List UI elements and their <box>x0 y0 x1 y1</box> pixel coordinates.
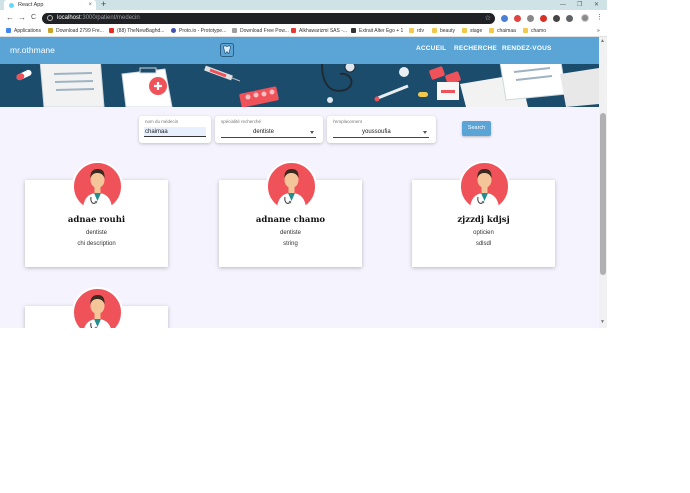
profile-avatar[interactable] <box>581 14 589 22</box>
scroll-down-icon[interactable]: ▼ <box>600 319 605 325</box>
extension-icon[interactable] <box>514 15 521 22</box>
nav-recherche[interactable]: RECHERCHE <box>454 37 497 60</box>
tab-close-icon[interactable]: × <box>88 0 92 10</box>
bookmark-item[interactable]: Proto.io - Prototype... <box>171 26 226 37</box>
toolbar: ← → C localhost:3000/patient/medecin ☆ ⋮ <box>0 10 607 26</box>
medical-illustration <box>0 64 599 107</box>
bookmark-item[interactable]: Download 2799 Fre... <box>48 26 104 37</box>
info-icon[interactable] <box>47 14 53 21</box>
select-underline <box>221 137 316 138</box>
bookmark-folder[interactable]: chamo <box>523 26 546 37</box>
page-icon <box>232 27 237 33</box>
location-select[interactable]: l'emplacement youssoufia <box>327 116 436 143</box>
chevron-down-icon[interactable] <box>423 131 427 134</box>
bookmark-folder[interactable]: stage <box>462 26 482 37</box>
doctor-description: chi description <box>77 241 116 247</box>
apps-icon <box>6 27 11 33</box>
doctor-avatar-icon <box>72 287 123 328</box>
youtube-icon <box>109 27 114 33</box>
bookmark-item[interactable]: Alkhawarizmi SAS -... <box>291 26 347 37</box>
speciality-value: dentiste <box>253 129 275 135</box>
clipboard-icon <box>121 67 173 107</box>
folder-icon <box>409 27 414 33</box>
extension-icon[interactable] <box>540 15 547 22</box>
bookmark-folder[interactable]: beauty <box>432 26 455 37</box>
tab-strip: React App × + — ❐ ✕ <box>0 0 607 10</box>
bookmark-item[interactable]: Download Free Pow... <box>232 26 289 37</box>
minimize-button[interactable]: — <box>560 0 566 10</box>
extension-icon[interactable] <box>553 15 560 22</box>
doctor-speciality: dentiste <box>85 230 107 236</box>
tooth-logo-icon[interactable] <box>220 43 234 57</box>
folder-icon <box>489 27 494 33</box>
browser-window: React App × + — ❐ ✕ ← → C localhost:3000… <box>0 0 607 328</box>
medical-banner <box>0 64 599 107</box>
location-value: youssoufia <box>362 129 391 135</box>
extension-icon[interactable] <box>566 15 573 22</box>
new-tab-button[interactable]: + <box>101 0 106 9</box>
bookmarks-overflow-icon[interactable]: » <box>597 26 600 37</box>
url-text: localhost:3000/patient/medecin <box>57 14 140 21</box>
doctor-description: sdlsdl <box>475 241 492 247</box>
folder-icon <box>462 27 467 33</box>
reload-icon[interactable]: C <box>31 14 36 21</box>
bookmarks-bar: Applications Download 2799 Fre... (88) T… <box>0 26 607 37</box>
extension-icon[interactable] <box>501 15 508 22</box>
back-icon[interactable]: ← <box>6 13 14 22</box>
site-icon <box>351 27 356 33</box>
doctor-description: string <box>283 241 298 247</box>
site-icon <box>291 27 296 33</box>
select-underline <box>333 137 429 138</box>
extension-icon[interactable] <box>527 15 534 22</box>
bookmark-item[interactable]: Applications <box>6 26 41 37</box>
page-scrollbar[interactable]: ▲ ▼ <box>599 37 607 328</box>
doctor-speciality: dentiste <box>279 230 301 236</box>
field-label: spécialité recherché <box>221 119 262 124</box>
folder-icon <box>48 27 53 33</box>
bookmark-item[interactable]: Extrait Alter Ego + 1 <box>351 26 403 37</box>
doctor-avatar-icon <box>459 161 510 212</box>
address-bar[interactable]: localhost:3000/patient/medecin ☆ <box>42 12 495 24</box>
medicine-box-icon <box>437 82 459 100</box>
doctor-avatar-icon <box>266 161 317 212</box>
doctor-speciality: opticien <box>473 230 494 236</box>
app-header: mr.othmane ACCUEIL RECHERCHE RENDEZ-VOUS <box>0 37 599 64</box>
nav-rendez-vous[interactable]: RENDEZ-VOUS <box>502 37 552 60</box>
brand-name[interactable]: mr.othmane <box>10 37 55 64</box>
scroll-up-icon[interactable]: ▲ <box>600 38 605 44</box>
folder-icon <box>432 27 437 33</box>
menu-icon[interactable]: ⋮ <box>596 13 603 21</box>
forward-icon[interactable]: → <box>18 13 26 22</box>
browser-tab[interactable]: React App × <box>4 0 96 10</box>
tab-title: React App <box>18 2 44 8</box>
close-window-button[interactable]: ✕ <box>594 0 599 10</box>
field-label: nom du médecin <box>145 119 179 124</box>
doctor-name-field[interactable]: nom du médecin chaimaa <box>139 116 211 143</box>
doctor-name-input[interactable]: chaimaa <box>144 127 206 137</box>
react-icon <box>9 2 14 8</box>
page-viewport: mr.othmane ACCUEIL RECHERCHE RENDEZ-VOUS <box>0 37 599 328</box>
bookmark-item[interactable]: (88) TheNewBaghd... <box>109 26 164 37</box>
search-button[interactable]: Search <box>462 121 491 136</box>
document-icon <box>39 64 105 107</box>
bookmark-star-icon[interactable]: ☆ <box>485 13 491 24</box>
maximize-button[interactable]: ❐ <box>577 0 582 10</box>
chevron-down-icon[interactable] <box>310 131 314 134</box>
folder-icon <box>523 27 528 33</box>
doctor-name: zjzzdj kdjsj <box>457 215 510 225</box>
protoio-icon <box>171 27 176 33</box>
doctor-name: adnane chamo <box>255 215 326 225</box>
doctor-avatar-icon <box>72 161 123 212</box>
scrollbar-thumb[interactable] <box>600 113 606 275</box>
bookmark-folder[interactable]: chaimaa <box>489 26 516 37</box>
nav-accueil[interactable]: ACCUEIL <box>416 37 446 60</box>
doctor-name: adnae rouhi <box>67 215 126 225</box>
speciality-select[interactable]: spécialité recherché dentiste <box>215 116 323 143</box>
field-label: l'emplacement <box>333 119 362 124</box>
bookmark-folder[interactable]: rdv <box>409 26 424 37</box>
